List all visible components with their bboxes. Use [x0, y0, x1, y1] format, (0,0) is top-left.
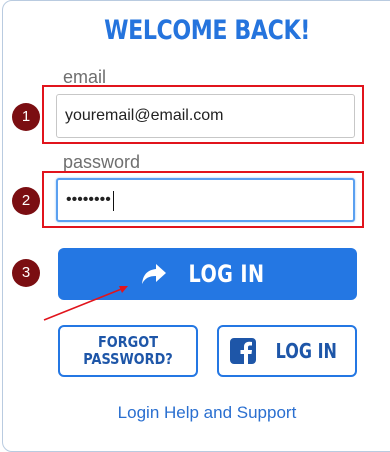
- step-badge-3: 3: [12, 259, 40, 287]
- facebook-login-label: LOG IN: [275, 339, 337, 363]
- forgot-line-2: PASSWORD?: [83, 350, 173, 368]
- password-field[interactable]: [56, 178, 355, 222]
- login-button-label: LOG IN: [188, 260, 265, 288]
- email-field[interactable]: [56, 94, 355, 138]
- share-arrow-icon: [142, 264, 167, 284]
- forgot-line-1: FORGOT: [97, 333, 159, 351]
- login-button[interactable]: LOG IN: [58, 248, 357, 300]
- password-label: password: [63, 152, 141, 172]
- help-support-link[interactable]: Login Help and Support: [3, 403, 390, 423]
- facebook-login-button[interactable]: LOG IN: [217, 325, 357, 377]
- forgot-password-button[interactable]: FORGOT PASSWORD?: [58, 325, 198, 377]
- login-card: WELCOME BACK! email password LOG IN FORG…: [2, 0, 390, 452]
- step-badge-1: 1: [12, 103, 40, 131]
- page-title: WELCOME BACK!: [104, 15, 310, 46]
- facebook-icon: [229, 338, 256, 364]
- text-caret: [113, 191, 114, 211]
- step-badge-2: 2: [12, 187, 40, 215]
